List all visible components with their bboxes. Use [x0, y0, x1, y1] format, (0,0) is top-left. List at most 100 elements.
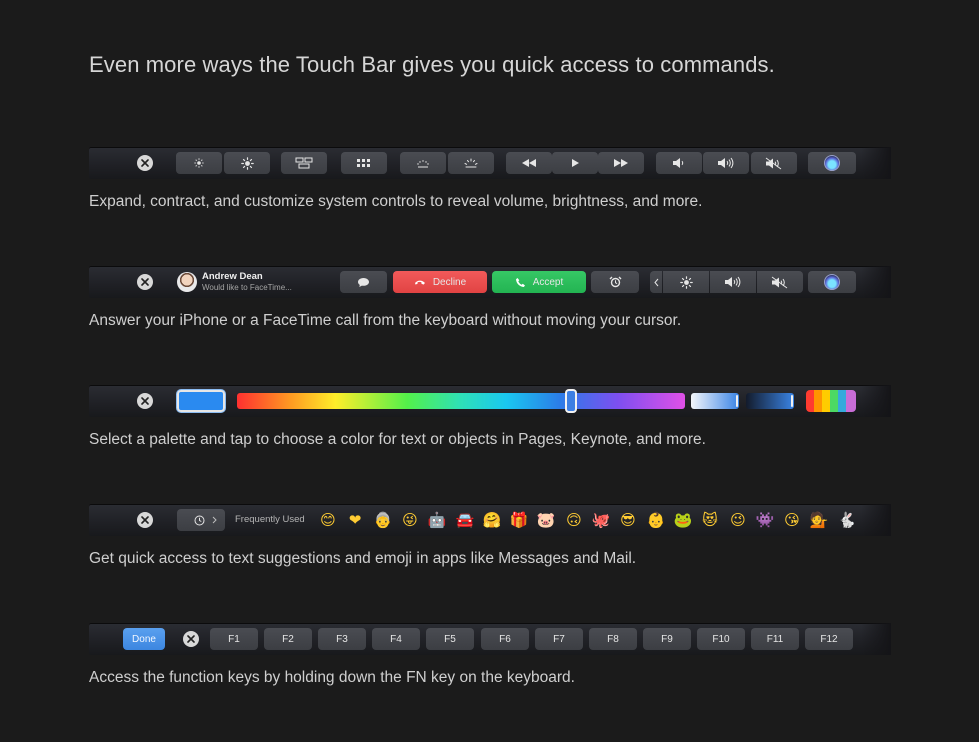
emoji-category-button[interactable] — [177, 509, 225, 531]
emoji-item[interactable]: 😻 — [700, 510, 720, 530]
keyboard-backlight-up-icon — [463, 158, 479, 168]
caption-function-keys: Access the function keys by holding down… — [89, 669, 575, 686]
decline-button[interactable]: Decline — [393, 271, 487, 293]
touchbar-function-keys: Done F1 F2 F3 F4 F5 F6 F7 F8 F9 F10 F11 F12 — [89, 623, 891, 655]
volume-up-button[interactable] — [703, 152, 749, 174]
current-color-swatch[interactable] — [177, 390, 225, 412]
shade-slider[interactable] — [746, 393, 794, 409]
hue-spectrum-slider[interactable] — [237, 393, 685, 409]
volume-down-button[interactable] — [656, 152, 702, 174]
tint-slider-handle[interactable] — [736, 395, 738, 407]
color-palettes-button[interactable] — [806, 390, 856, 412]
expand-controls-button[interactable] — [650, 271, 662, 293]
close-icon[interactable] — [183, 631, 199, 647]
rewind-icon — [521, 158, 537, 168]
emoji-item[interactable]: 🎁 — [509, 510, 529, 530]
emoji-item[interactable]: 😊 — [318, 510, 338, 530]
tint-slider[interactable] — [691, 393, 739, 409]
siri-icon — [824, 274, 840, 290]
shade-slider-handle[interactable] — [791, 395, 793, 407]
mute-button[interactable] — [751, 152, 797, 174]
emoji-item[interactable]: 🚘 — [455, 510, 475, 530]
alarm-icon — [609, 276, 622, 288]
emoji-item[interactable]: 🐙 — [591, 510, 611, 530]
frequently-used-label: Frequently Used — [235, 514, 305, 525]
emoji-item[interactable]: 🐷 — [536, 510, 556, 530]
volume-up-icon — [717, 157, 735, 169]
emoji-item[interactable]: 🐇 — [837, 510, 857, 530]
phone-icon — [414, 278, 426, 286]
volume-up-button[interactable] — [710, 271, 756, 293]
decline-label: Decline — [432, 276, 467, 288]
close-icon[interactable] — [137, 155, 153, 171]
brightness-up-icon — [679, 275, 693, 289]
keyboard-backlight-down-button[interactable] — [400, 152, 446, 174]
siri-button[interactable] — [808, 152, 856, 174]
mission-control-button[interactable] — [281, 152, 327, 174]
mute-button[interactable] — [757, 271, 803, 293]
rewind-button[interactable] — [506, 152, 552, 174]
caller-name: Andrew Dean — [202, 271, 263, 282]
function-key-f3[interactable]: F3 — [318, 628, 366, 650]
brightness-down-button[interactable] — [176, 152, 222, 174]
close-icon[interactable] — [137, 274, 153, 290]
emoji-item[interactable]: 🤗 — [482, 510, 502, 530]
function-key-f6[interactable]: F6 — [481, 628, 529, 650]
emoji-item[interactable]: 👾 — [755, 510, 775, 530]
siri-button[interactable] — [808, 271, 856, 293]
play-button[interactable] — [552, 152, 598, 174]
volume-up-icon — [724, 276, 742, 288]
chevron-left-icon — [653, 278, 659, 287]
message-button[interactable] — [340, 271, 387, 293]
accept-button[interactable]: Accept — [492, 271, 586, 293]
function-key-f11[interactable]: F11 — [751, 628, 799, 650]
function-key-f7[interactable]: F7 — [535, 628, 583, 650]
done-button[interactable]: Done — [123, 628, 165, 650]
fast-forward-button[interactable] — [598, 152, 644, 174]
caller-subtitle: Would like to FaceTime... — [202, 283, 292, 292]
message-icon — [357, 277, 370, 288]
hue-slider-handle[interactable] — [567, 391, 575, 411]
caption-color-picker: Select a palette and tap to choose a col… — [89, 431, 706, 448]
function-key-f10[interactable]: F10 — [697, 628, 745, 650]
siri-icon — [824, 155, 840, 171]
launchpad-button[interactable] — [341, 152, 387, 174]
brightness-up-icon — [240, 156, 254, 170]
emoji-item[interactable]: 🤖 — [427, 510, 447, 530]
function-key-f4[interactable]: F4 — [372, 628, 420, 650]
brightness-up-button[interactable] — [224, 152, 270, 174]
emoji-item[interactable]: 👶 — [646, 510, 666, 530]
phone-icon — [515, 277, 526, 288]
emoji-item[interactable]: 😉 — [728, 510, 748, 530]
function-key-f5[interactable]: F5 — [426, 628, 474, 650]
emoji-item[interactable]: 💁 — [809, 510, 829, 530]
function-key-f12[interactable]: F12 — [805, 628, 853, 650]
brightness-down-icon — [193, 157, 205, 169]
remind-me-button[interactable] — [591, 271, 639, 293]
function-key-f2[interactable]: F2 — [264, 628, 312, 650]
launchpad-icon — [356, 158, 372, 168]
emoji-item[interactable]: 😘 — [782, 510, 802, 530]
mission-control-icon — [295, 157, 313, 169]
keyboard-backlight-up-button[interactable] — [448, 152, 494, 174]
emoji-item[interactable]: 😜 — [400, 510, 420, 530]
emoji-item[interactable]: 😎 — [618, 510, 638, 530]
caption-incoming-call: Answer your iPhone or a FaceTime call fr… — [89, 312, 682, 329]
emoji-item[interactable]: 👵 — [373, 510, 393, 530]
emoji-item[interactable]: 🙃 — [564, 510, 584, 530]
caption-emoji: Get quick access to text suggestions and… — [89, 550, 637, 567]
close-icon[interactable] — [137, 393, 153, 409]
play-icon — [570, 158, 580, 168]
avatar — [177, 272, 197, 292]
mute-icon — [765, 157, 783, 170]
volume-down-icon — [672, 157, 686, 169]
emoji-item[interactable]: ❤ — [345, 510, 365, 530]
brightness-up-button[interactable] — [663, 271, 709, 293]
emoji-item[interactable]: 🐸 — [673, 510, 693, 530]
function-key-f9[interactable]: F9 — [643, 628, 691, 650]
close-icon[interactable] — [137, 512, 153, 528]
keyboard-backlight-down-icon — [415, 158, 431, 168]
function-key-f1[interactable]: F1 — [210, 628, 258, 650]
function-key-f8[interactable]: F8 — [589, 628, 637, 650]
accept-label: Accept — [532, 276, 564, 288]
